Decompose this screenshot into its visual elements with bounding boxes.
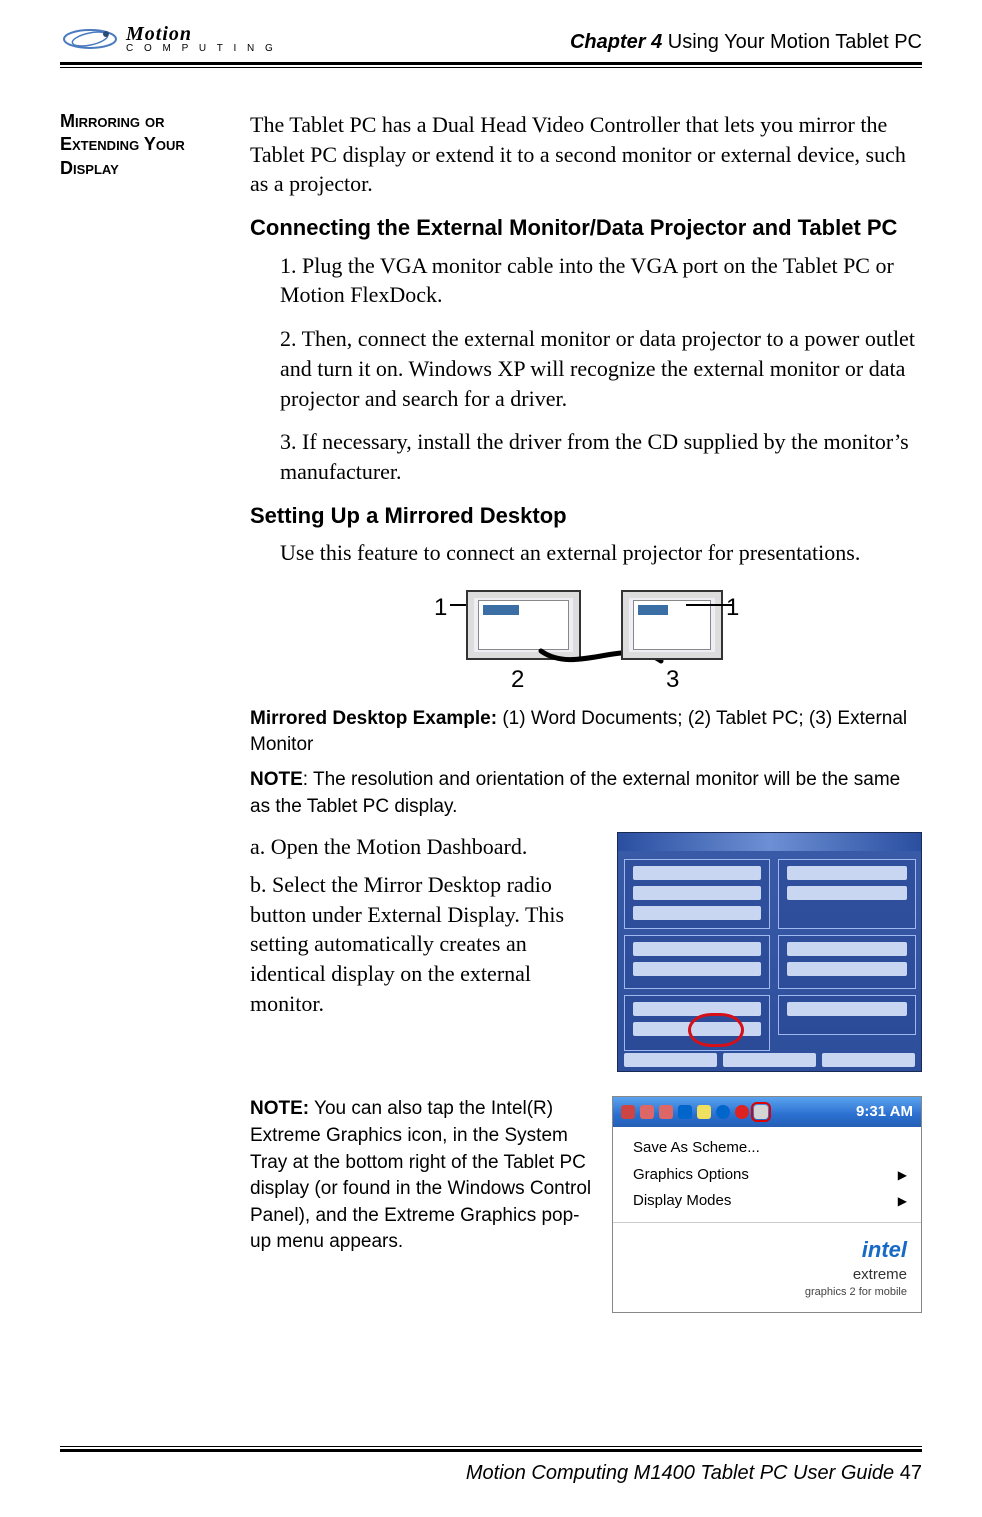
diagram-label-1-right: 1 — [726, 592, 739, 624]
tray-icons-group — [621, 1105, 768, 1119]
content-area: Mirroring or Extending Your Display The … — [60, 110, 922, 1313]
mirrored-diagram: 1 1 2 3 — [250, 584, 922, 694]
menu-item-save-scheme: Save As Scheme... — [613, 1135, 921, 1161]
heading-mirrored: Setting Up a Mirrored Desktop — [250, 501, 922, 531]
system-tray-screenshot: 9:31 AM Save As Scheme... Graphics Optio… — [612, 1096, 922, 1313]
dashboard-row: a. Open the Motion Dashboard. b. Select … — [250, 832, 922, 1072]
diagram-label-2: 2 — [511, 664, 524, 696]
diagram-label-1-left: 1 — [434, 592, 447, 624]
chapter-name: Using Your Motion Tablet PC — [662, 31, 922, 53]
note2-bold: NOTE: — [250, 1098, 309, 1119]
mirror-intro: Use this feature to connect an external … — [280, 538, 922, 568]
menu-label: Save As Scheme... — [633, 1138, 760, 1158]
intel-graphics-tray-icon — [754, 1105, 768, 1119]
caption-bold: Mirrored Desktop Example: — [250, 708, 497, 729]
step-3: 3. If necessary, install the driver from… — [280, 427, 922, 486]
main-column: The Tablet PC has a Dual Head Video Cont… — [250, 110, 922, 1313]
intel-graphics-sub: graphics 2 for mobile — [627, 1285, 907, 1300]
menu-label: Graphics Options — [633, 1165, 749, 1185]
page-footer: Motion Computing M1400 Tablet PC User Gu… — [60, 1446, 922, 1485]
page-header: Motion C O M P U T I N G Chapter 4 Using… — [60, 24, 922, 60]
note-resolution: NOTE: The resolution and orientation of … — [250, 767, 922, 820]
brand-logo: Motion C O M P U T I N G — [60, 24, 277, 54]
footer-title: Motion Computing M1400 Tablet PC User Gu… — [466, 1462, 900, 1484]
heading-connecting: Connecting the External Monitor/Data Pro… — [250, 213, 922, 243]
intro-paragraph: The Tablet PC has a Dual Head Video Cont… — [250, 110, 922, 199]
note-intel-graphics: NOTE: You can also tap the Intel(R) Extr… — [250, 1096, 592, 1256]
tray-icon — [735, 1105, 749, 1119]
submenu-arrow-icon: ▶ — [898, 1193, 907, 1209]
system-tray-row: NOTE: You can also tap the Intel(R) Extr… — [250, 1096, 922, 1313]
dashboard-footer-buttons — [624, 1053, 915, 1067]
tray-icon — [621, 1105, 635, 1119]
step-b: b. Select the Mirror Desktop radio butto… — [250, 870, 597, 1018]
tray-icon — [697, 1105, 711, 1119]
menu-label: Display Modes — [633, 1191, 731, 1211]
taskbar: 9:31 AM — [613, 1097, 921, 1127]
chapter-prefix: Chapter 4 — [570, 31, 662, 53]
diagram-label-3: 3 — [666, 664, 679, 696]
tray-icon — [640, 1105, 654, 1119]
motion-dashboard-screenshot — [617, 832, 922, 1072]
note1-rest: : The resolution and orientation of the … — [250, 769, 900, 817]
tray-icon — [678, 1105, 692, 1119]
header-rule-thin — [60, 67, 922, 68]
logo-subtext: C O M P U T I N G — [126, 44, 277, 54]
chapter-title: Chapter 4 Using Your Motion Tablet PC — [570, 31, 922, 54]
red-highlight-circle-icon — [688, 1013, 744, 1047]
tray-clock: 9:31 AM — [856, 1102, 913, 1122]
window-titlebar-icon — [618, 833, 921, 851]
external-monitor-icon — [621, 590, 723, 660]
logo-swirl-icon — [60, 26, 120, 52]
step-a: a. Open the Motion Dashboard. — [250, 832, 597, 862]
section-sidebar-heading: Mirroring or Extending Your Display — [60, 110, 230, 1313]
note2-rest: You can also tap the Intel(R) Extreme Gr… — [250, 1098, 591, 1252]
header-rule-thick — [60, 62, 922, 65]
intel-extreme-text: extreme — [627, 1265, 907, 1285]
intel-logo-area: intel extreme graphics 2 for mobile — [613, 1222, 921, 1312]
step-2: 2. Then, connect the external monitor or… — [280, 324, 922, 413]
tray-icon — [716, 1105, 730, 1119]
logo-brand-text: Motion — [126, 24, 277, 44]
note1-bold: NOTE — [250, 769, 303, 790]
footer-rule-thick — [60, 1449, 922, 1452]
footer-text: Motion Computing M1400 Tablet PC User Gu… — [60, 1462, 922, 1485]
footer-rule-thin — [60, 1446, 922, 1447]
menu-item-graphics-options: Graphics Options ▶ — [613, 1162, 921, 1188]
page-number: 47 — [900, 1462, 922, 1484]
diagram-caption: Mirrored Desktop Example: (1) Word Docum… — [250, 706, 922, 757]
intel-brand: intel — [862, 1235, 907, 1265]
submenu-arrow-icon: ▶ — [898, 1167, 907, 1183]
menu-item-display-modes: Display Modes ▶ — [613, 1188, 921, 1214]
tray-icon — [659, 1105, 673, 1119]
connecting-steps: 1. Plug the VGA monitor cable into the V… — [250, 251, 922, 487]
diagram-line-icon — [686, 604, 732, 606]
step-1: 1. Plug the VGA monitor cable into the V… — [280, 251, 922, 310]
popup-menu: Save As Scheme... Graphics Options ▶ Dis… — [613, 1127, 921, 1222]
